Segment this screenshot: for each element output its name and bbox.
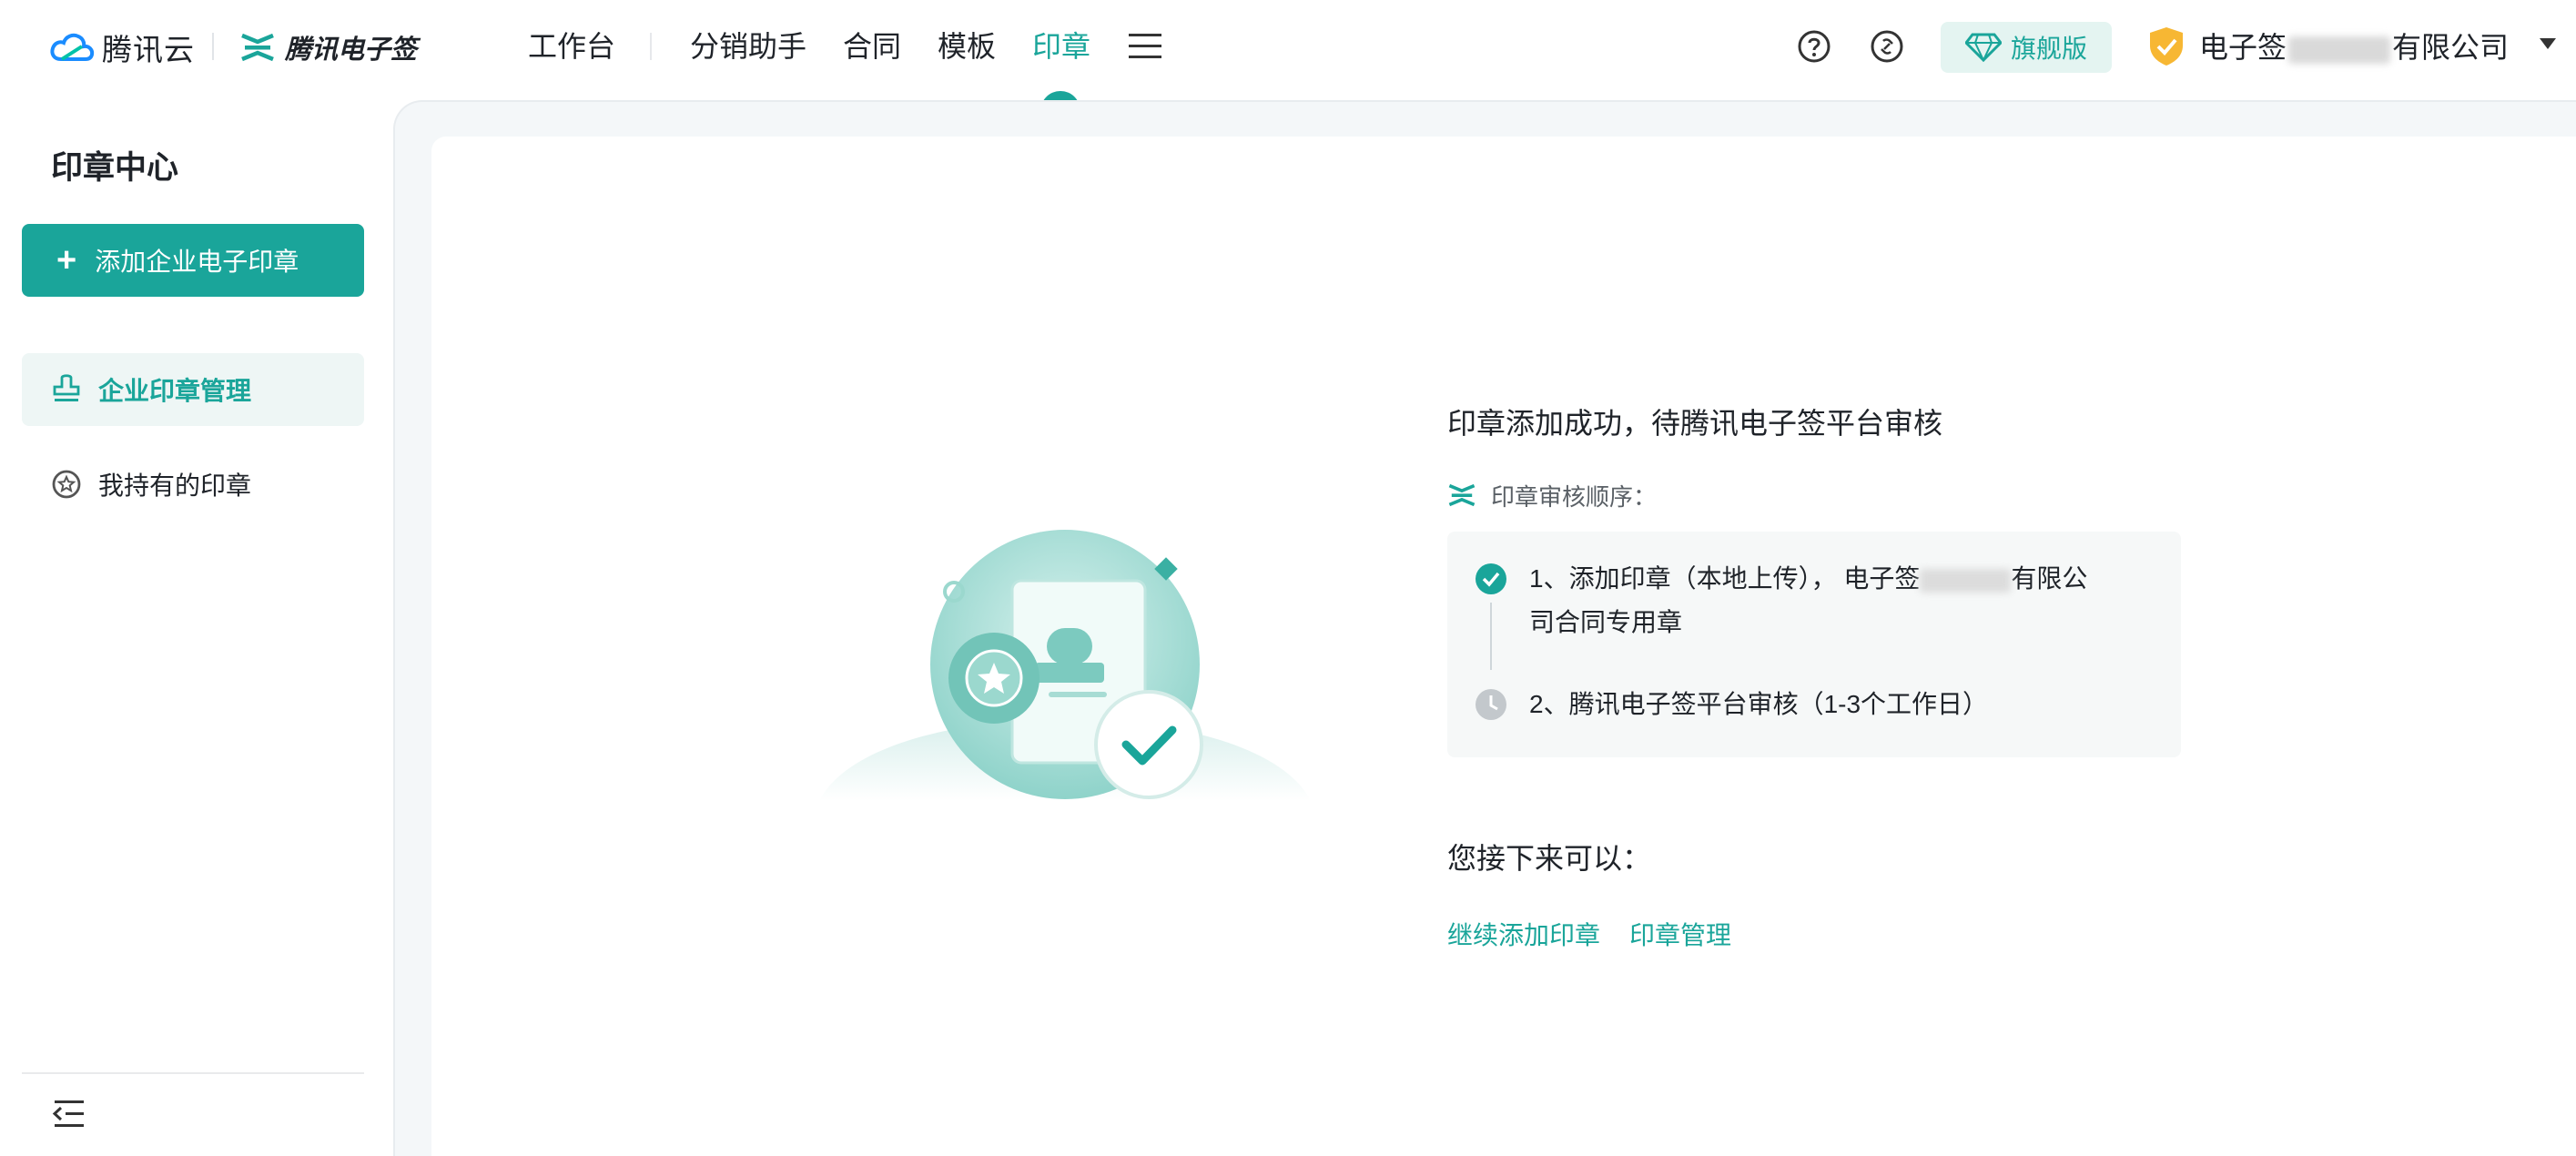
top-header: 腾讯云 腾讯电子签 工作台 分销助手 合同 模板 印章 旗舰版 电子签 有限公司	[0, 0, 2576, 111]
redacted-text	[2288, 35, 2391, 64]
add-seal-label: 添加企业电子印章	[95, 248, 299, 276]
link-icon[interactable]	[1870, 29, 1904, 64]
plus-icon: +	[56, 241, 77, 279]
sidebar-item-label: 企业印章管理	[98, 377, 252, 405]
nav-distribution[interactable]: 分销助手	[690, 24, 806, 69]
step-review-text: 2、腾讯电子签平台审核（1-3个工作日）	[1529, 690, 1989, 718]
redacted-text	[1920, 568, 2012, 593]
brand-divider	[212, 33, 214, 60]
stamp-icon	[53, 374, 80, 401]
esign-logo-icon	[1448, 483, 1476, 507]
check-circle-icon	[1476, 563, 1506, 594]
review-order-label: 印章审核顺序：	[1491, 482, 1658, 511]
company-name-suffix: 有限公司	[2392, 31, 2510, 64]
step-upload-text: 1、添加印章（本地上传）， 电子签 有限公司合同专用章	[1529, 557, 2094, 644]
step-upload: 1、添加印章（本地上传）， 电子签 有限公司合同专用章	[1475, 557, 2094, 644]
sidebar: 印章中心 + 添加企业电子印章 企业印章管理 我持有的印章	[0, 95, 393, 1156]
step-review: 2、腾讯电子签平台审核（1-3个工作日）	[1475, 683, 2094, 726]
cloud-icon	[50, 33, 95, 61]
review-order-heading: 印章审核顺序：	[1447, 479, 1657, 512]
edition-badge[interactable]: 旗舰版	[1941, 22, 2112, 73]
edition-label: 旗舰版	[2010, 35, 2087, 63]
seal-management-link[interactable]: 印章管理	[1629, 916, 1731, 952]
seal-success-illustration	[819, 530, 1311, 801]
nav-workbench[interactable]: 工作台	[528, 24, 615, 69]
esign-brand-text: 腾讯电子签	[285, 35, 418, 65]
sidebar-item-seal-management[interactable]: 企业印章管理	[22, 353, 364, 426]
menu-icon[interactable]	[1127, 31, 1163, 62]
page: 腾讯云 腾讯电子签 工作台 分销助手 合同 模板 印章 旗舰版 电子签 有限公司…	[0, 0, 2576, 1156]
add-seal-button[interactable]: + 添加企业电子印章	[22, 224, 364, 297]
cloud-brand-text: 腾讯云	[102, 33, 195, 66]
nav-seals[interactable]: 印章	[1032, 24, 1090, 69]
result-title: 印章添加成功，待腾讯电子签平台审核	[1447, 407, 1943, 440]
chevron-down-icon[interactable]	[2540, 38, 2556, 49]
company-switcher[interactable]: 电子签 有限公司	[2199, 25, 2509, 69]
company-name-prefix: 电子签	[2199, 31, 2287, 64]
shield-icon	[2150, 27, 2183, 66]
star-badge-icon	[52, 470, 81, 499]
help-icon[interactable]	[1797, 29, 1831, 64]
step-connector	[1490, 603, 1492, 670]
next-steps-title: 您接下来可以：	[1447, 842, 1652, 875]
diamond-icon	[1964, 33, 2002, 62]
clock-icon	[1476, 689, 1506, 720]
sidebar-item-my-seals[interactable]: 我持有的印章	[22, 448, 364, 521]
step-upload-prefix: 1、添加印章（本地上传）， 电子签	[1529, 564, 1921, 593]
esign-logo[interactable]: 腾讯电子签	[239, 27, 417, 67]
tencent-cloud-logo[interactable]: 腾讯云	[49, 27, 195, 67]
esign-logo-icon	[241, 33, 274, 62]
continue-add-seal-link[interactable]: 继续添加印章	[1447, 916, 1600, 952]
nav-contracts[interactable]: 合同	[843, 24, 901, 69]
sidebar-title: 印章中心	[51, 150, 179, 186]
collapse-sidebar-icon[interactable]	[51, 1096, 87, 1132]
sidebar-item-label: 我持有的印章	[98, 472, 252, 500]
nav-templates[interactable]: 模板	[938, 24, 996, 69]
nav-divider	[650, 33, 652, 60]
sidebar-divider	[22, 1072, 364, 1074]
review-steps: 1、添加印章（本地上传）， 电子签 有限公司合同专用章 2、腾讯电子签平台审核（1…	[1447, 532, 2181, 757]
